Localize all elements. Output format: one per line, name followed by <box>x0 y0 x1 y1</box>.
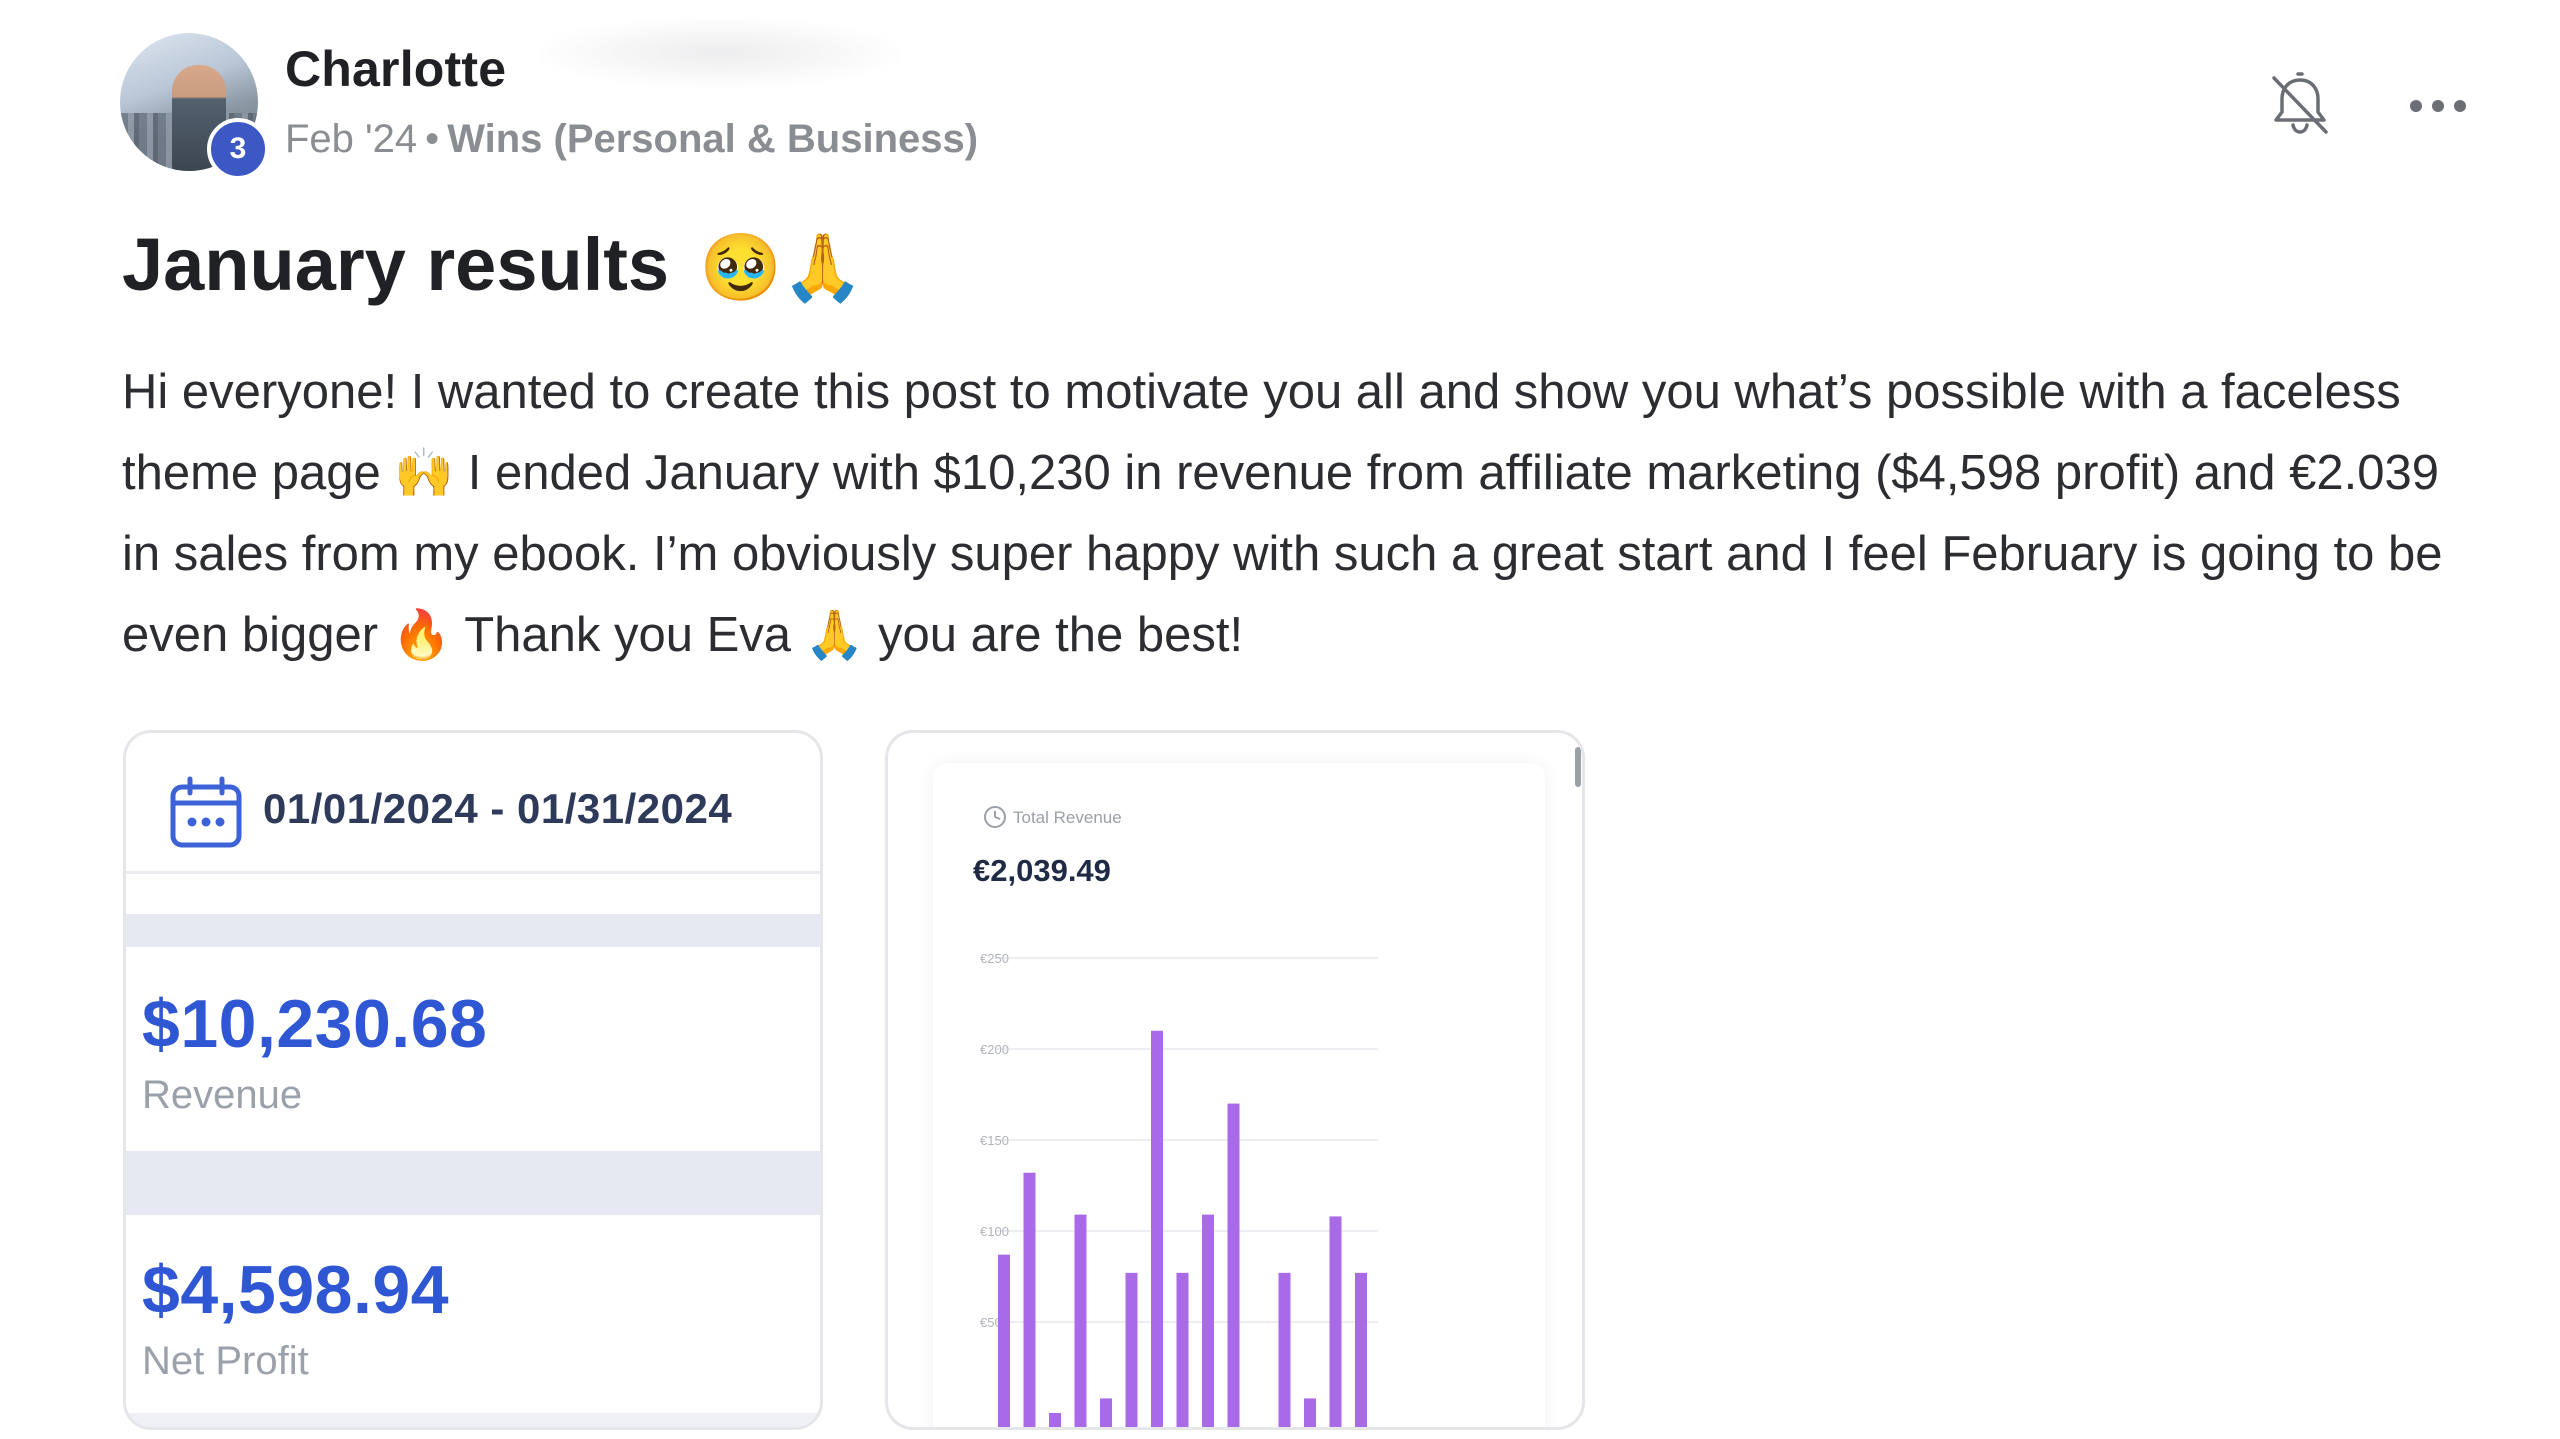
post-title: January results 🥹🙏 <box>122 222 864 307</box>
chart-bar <box>1176 1272 1189 1427</box>
section-divider <box>126 1413 820 1427</box>
y-tick-label: €200 <box>980 1042 1009 1057</box>
more-options-icon[interactable] <box>2400 76 2476 136</box>
chart-label: Total Revenue <box>1013 808 1122 827</box>
raising-hands-emoji: 🙌 <box>394 446 455 500</box>
dot <box>2410 100 2422 112</box>
revenue-bar-chart: Total Revenue €2,039.49 €250 €200 €150 €100… <box>973 806 1378 1427</box>
chart-bar <box>1202 1214 1214 1427</box>
y-tick-label: €250 <box>980 951 1009 966</box>
chart-bar <box>1049 1412 1061 1427</box>
meta-separator: • <box>425 117 440 161</box>
chart-bar <box>1151 1030 1163 1427</box>
attachment-revenue-chart-image[interactable]: Total Revenue €2,039.49 €250 €200 €150 €100… <box>885 730 1585 1430</box>
dot <box>2432 100 2444 112</box>
calendar-icon <box>170 776 242 848</box>
chart-bar <box>998 1254 1010 1427</box>
chart-bar <box>1278 1272 1291 1427</box>
chart-bar <box>1304 1398 1316 1427</box>
revenue-value: $10,230.68 <box>142 986 488 1062</box>
section-divider <box>126 1151 820 1215</box>
date-range-row: 01/01/2024 - 01/31/2024 <box>126 733 820 874</box>
post-card: 3 Charlotte Feb '24 • Wins (Personal & Bus… <box>0 0 2560 1439</box>
chart-bar <box>1227 1103 1240 1427</box>
level-badge: 3 <box>207 118 269 180</box>
y-tick-label: €150 <box>980 1133 1009 1148</box>
post-body: Hi everyone! I wanted to create this pos… <box>122 352 2462 676</box>
post-title-text: January results <box>122 223 670 306</box>
author-name[interactable]: Charlotte <box>285 40 506 98</box>
net-profit-value: $4,598.94 <box>142 1252 450 1328</box>
post-date: Feb '24 <box>285 117 418 161</box>
chart-total: €2,039.49 <box>973 853 1111 888</box>
chart-bar <box>1074 1214 1087 1427</box>
y-tick-label: €100 <box>980 1224 1009 1239</box>
post-meta: Feb '24 • Wins (Personal & Business) <box>285 117 978 162</box>
date-range: 01/01/2024 - 01/31/2024 <box>263 785 733 832</box>
post-category[interactable]: Wins (Personal & Business) <box>447 117 978 161</box>
notification-bell-off-icon[interactable] <box>2262 66 2338 142</box>
chart-bar <box>1125 1272 1138 1427</box>
redacted-surname-blur <box>540 18 900 88</box>
net-profit-label: Net Profit <box>142 1339 309 1383</box>
chart-bar <box>1100 1398 1112 1427</box>
post-body-text: you are the best! <box>864 607 1244 662</box>
post-body-text: Thank you Eva <box>451 607 805 662</box>
chart-bar <box>1355 1272 1367 1427</box>
revenue-label: Revenue <box>142 1073 303 1117</box>
clock-icon <box>984 806 1006 828</box>
title-emojis: 🥹🙏 <box>699 230 864 304</box>
fire-emoji: 🔥 <box>391 608 452 662</box>
folded-hands-emoji: 🙏 <box>804 608 865 662</box>
dot <box>2454 100 2466 112</box>
chart-bar <box>1023 1172 1036 1427</box>
section-divider <box>126 914 820 947</box>
attachment-stats-image[interactable]: 01/01/2024 - 01/31/2024 $10,230.68 Reven… <box>123 730 823 1430</box>
chart-bar <box>1329 1216 1342 1427</box>
